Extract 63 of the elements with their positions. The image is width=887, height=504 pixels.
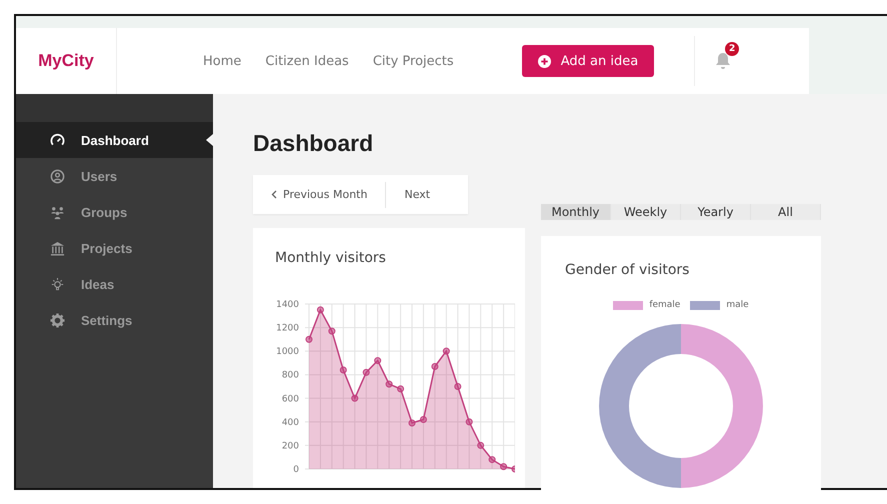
- data-point: [386, 380, 393, 388]
- data-point: [397, 385, 404, 392]
- data-point: [431, 362, 438, 370]
- sidebar-label: Dashboard: [81, 132, 149, 148]
- sidebar-item[interactable]: Ideas: [16, 266, 213, 302]
- data-point: [442, 348, 450, 355]
- nav-link[interactable]: City Projects: [372, 54, 454, 68]
- data-point: [328, 328, 336, 335]
- y-tick-label: 600: [282, 394, 299, 404]
- group-icon: [50, 204, 65, 220]
- y-tick-label: 1000: [276, 347, 299, 358]
- data-point: [374, 357, 382, 364]
- sidebar-label: Settings: [81, 312, 132, 328]
- next-month-button[interactable]: Next: [404, 188, 430, 201]
- lightbulb-icon: [50, 276, 65, 292]
- data-point: [466, 418, 473, 426]
- data-point: [306, 336, 312, 343]
- gear-icon: [50, 312, 65, 328]
- plus-icon: [538, 54, 551, 68]
- sidebar-item[interactable]: Dashboard: [16, 122, 213, 158]
- sidebar-label: Groups: [81, 204, 128, 220]
- period-tab[interactable]: Monthly: [541, 204, 611, 220]
- sidebar-label: Projects: [81, 240, 132, 256]
- sidebar-label: Users: [81, 168, 118, 184]
- sidebar-label: Ideas: [81, 276, 114, 292]
- y-tick-label: 1400: [276, 300, 299, 310]
- data-point: [351, 394, 358, 402]
- data-point: [454, 383, 462, 390]
- nav-link[interactable]: Home: [203, 54, 242, 68]
- sidebar-item[interactable]: Users: [16, 158, 213, 194]
- speedometer-icon: [50, 132, 65, 148]
- card-title: Gender of visitors: [565, 262, 690, 278]
- chevron-left-icon: [271, 190, 277, 199]
- sidebar-item[interactable]: Groups: [16, 194, 213, 230]
- card-title: Monthly visitors: [275, 250, 387, 266]
- bank-icon: [50, 240, 65, 256]
- legend-swatch: [613, 300, 644, 310]
- data-point: [500, 463, 508, 470]
- notification-badge: 2: [725, 42, 740, 56]
- previous-month-button[interactable]: Previous Month: [271, 188, 368, 201]
- data-point: [362, 368, 370, 376]
- y-tick-label: 0: [293, 465, 299, 475]
- page-title: Dashboard: [253, 130, 374, 157]
- bell-icon[interactable]: [715, 52, 732, 70]
- data-point: [316, 306, 324, 314]
- add-idea-button[interactable]: Add an idea: [522, 45, 654, 77]
- y-tick-label: 800: [282, 370, 299, 381]
- data-point: [512, 466, 515, 472]
- user-icon: [50, 168, 65, 184]
- data-point: [340, 366, 347, 374]
- data-point: [420, 416, 427, 423]
- legend-swatch: [690, 300, 720, 310]
- data-point: [477, 442, 484, 449]
- data-point: [408, 420, 416, 427]
- y-tick-label: 400: [282, 418, 299, 428]
- nav-link[interactable]: Citizen Ideas: [265, 54, 349, 68]
- legend-label: female: [649, 300, 680, 310]
- sidebar-item[interactable]: Settings: [16, 302, 213, 338]
- data-point: [488, 456, 496, 464]
- y-tick-label: 200: [282, 441, 299, 452]
- y-tick-label: 1200: [276, 324, 299, 334]
- legend-label: male: [726, 300, 749, 310]
- sidebar-item[interactable]: Projects: [16, 230, 213, 266]
